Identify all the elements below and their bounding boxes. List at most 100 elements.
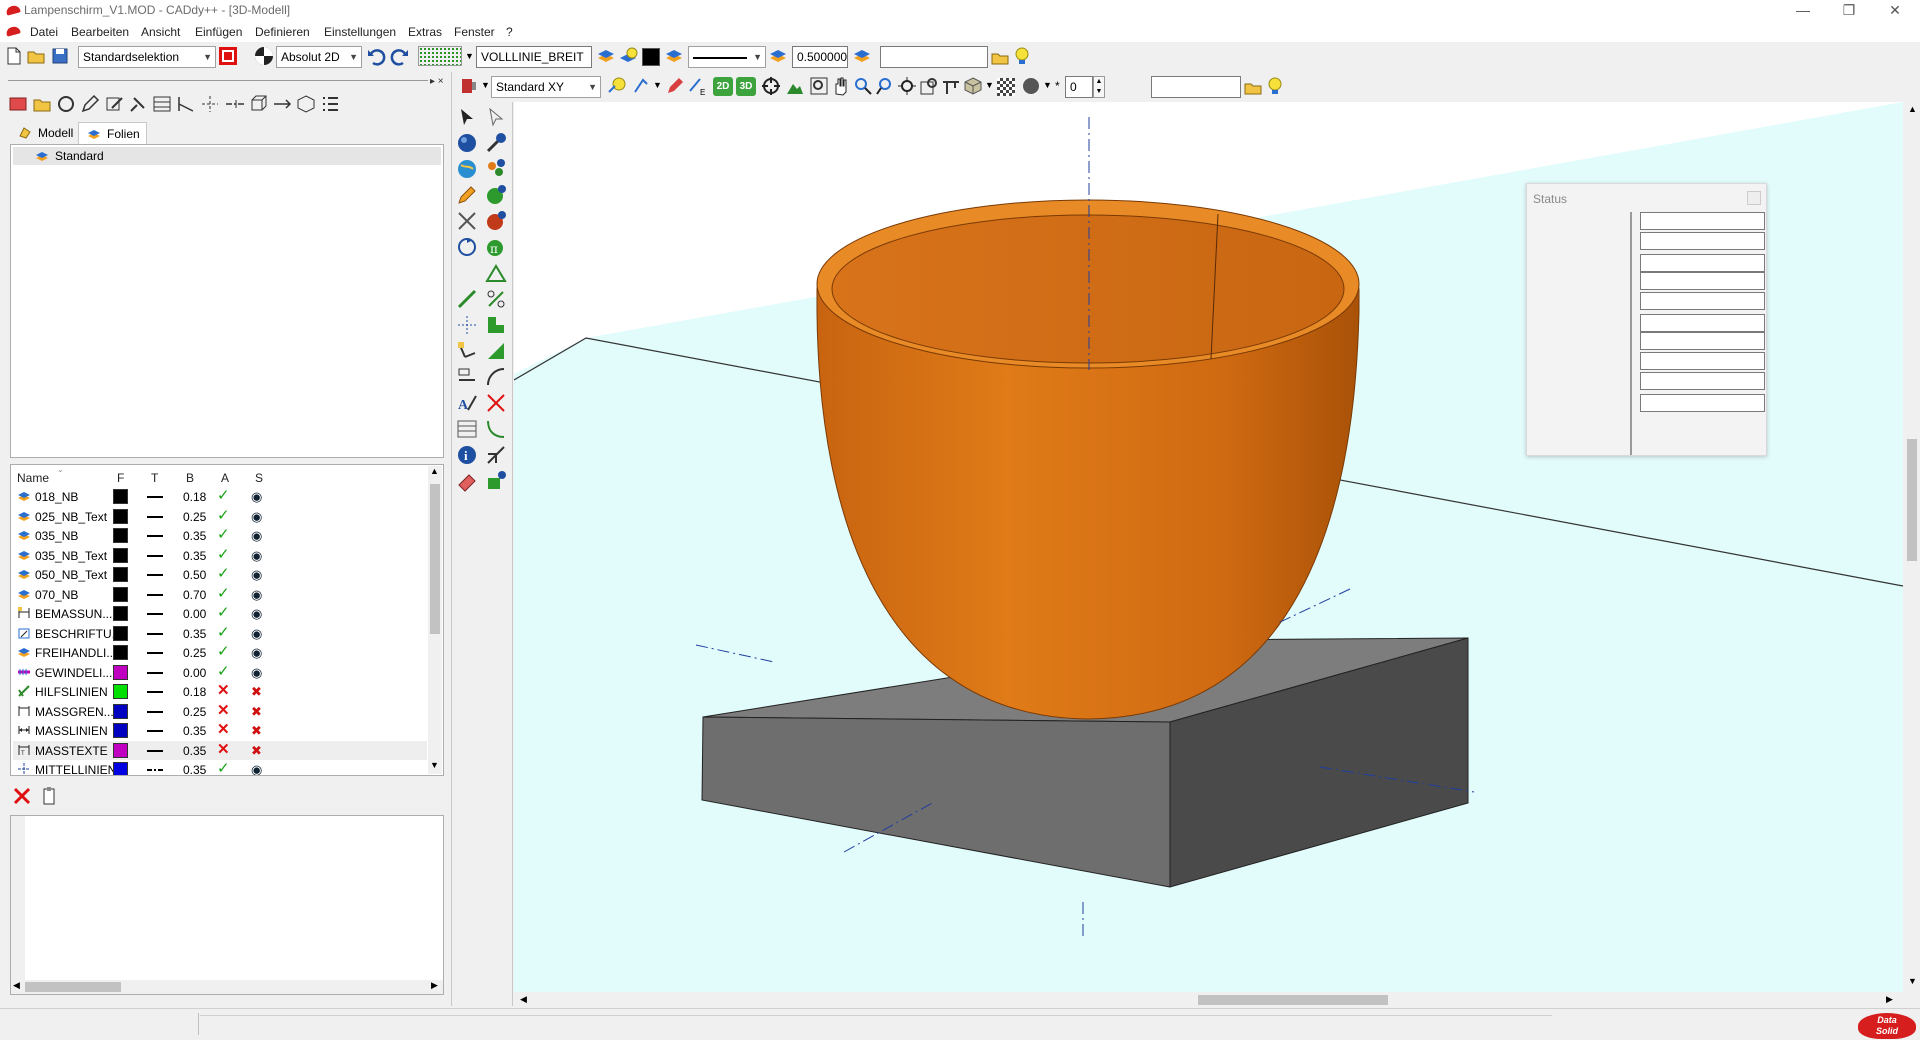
clipboard-icon[interactable]: [40, 786, 60, 806]
menu-fenster[interactable]: Fenster: [454, 25, 495, 39]
visible-eye-icon[interactable]: ◉: [251, 606, 262, 622]
status-field-9[interactable]: [1640, 372, 1765, 390]
triangle-fill-icon[interactable]: [485, 340, 507, 362]
group-objects-icon[interactable]: [485, 158, 507, 180]
status-field-5[interactable]: [1640, 292, 1765, 310]
menu-datei[interactable]: Datei: [30, 25, 58, 39]
new-file-icon[interactable]: [4, 46, 24, 66]
props-scroll-right-icon[interactable]: ▶: [431, 980, 438, 991]
line-draw-icon[interactable]: [456, 288, 478, 310]
tools-info-icon[interactable]: [485, 132, 507, 154]
hatch-tool-icon[interactable]: [456, 418, 478, 440]
column-header-name[interactable]: Name: [17, 471, 49, 485]
spin-stepper[interactable]: ▲ ▼: [1093, 76, 1105, 98]
snap-dropdown-icon[interactable]: ▼: [653, 80, 662, 90]
edit-pen-icon[interactable]: [665, 76, 685, 96]
green-sphere-icon[interactable]: [485, 184, 507, 206]
fillet-tool-icon[interactable]: [485, 418, 507, 440]
status-panel-header[interactable]: Status: [1527, 184, 1766, 212]
layer-linetype[interactable]: [147, 769, 163, 771]
view-2d-button[interactable]: 2D: [713, 77, 733, 96]
viewport-scroll-left-icon[interactable]: ◀: [520, 994, 527, 1005]
globe-icon[interactable]: [456, 158, 478, 180]
scale-tool-icon[interactable]: [456, 210, 478, 232]
visible-eye-icon[interactable]: ◉: [251, 587, 262, 603]
trim-tool-icon[interactable]: [485, 392, 507, 414]
layer-color-swatch[interactable]: [113, 586, 128, 602]
layer-width[interactable]: 0.70: [183, 588, 206, 602]
inactive-cross-icon[interactable]: ✕: [217, 722, 230, 737]
active-check-icon[interactable]: ✓: [217, 586, 230, 601]
edit-note-icon[interactable]: [104, 94, 126, 114]
layer-width[interactable]: 0.35: [183, 763, 206, 775]
undo-icon[interactable]: [366, 46, 386, 66]
layer-linetype[interactable]: [147, 554, 163, 557]
coordinate-mode-select[interactable]: Absolut 2D ▼: [276, 46, 362, 68]
layer-color-swatch[interactable]: [113, 664, 128, 680]
layer-linetype[interactable]: [147, 749, 163, 752]
layer-row[interactable]: MASSLINIEN 0.35 ✕ ✖: [13, 721, 427, 740]
layer-row[interactable]: 035_NB 0.35 ✓ ◉: [13, 526, 427, 545]
visible-eye-icon[interactable]: ◉: [251, 645, 262, 661]
layer-linetype[interactable]: [147, 613, 163, 615]
layer-width[interactable]: 0.50: [183, 568, 206, 582]
active-check-icon[interactable]: ✓: [217, 664, 230, 679]
visible-eye-icon[interactable]: ◉: [251, 548, 262, 564]
color-swatch-button[interactable]: [642, 48, 660, 66]
layer-width[interactable]: 0.35: [183, 627, 206, 641]
status-field-3[interactable]: [1640, 254, 1765, 272]
layer-linetype[interactable]: [147, 593, 163, 596]
view-camera-dropdown-icon[interactable]: ▼: [481, 80, 490, 90]
edit-e-icon[interactable]: E: [687, 76, 707, 96]
rotate-tool-icon[interactable]: [456, 236, 478, 258]
visible-eye-icon[interactable]: ◉: [251, 528, 262, 544]
active-check-icon[interactable]: ✓: [217, 547, 230, 562]
dimension-tool-icon[interactable]: [176, 94, 198, 114]
menu-app-icon[interactable]: [5, 25, 21, 37]
layer-width[interactable]: 0.25: [183, 705, 206, 719]
layer-linetype[interactable]: [147, 691, 163, 693]
save-icon[interactable]: [50, 46, 70, 66]
tab-folien[interactable]: Folien: [78, 122, 147, 144]
select-color-icon[interactable]: [218, 46, 238, 66]
layer-linetype[interactable]: [147, 652, 163, 654]
lightbulb-icon[interactable]: [1012, 46, 1032, 66]
layer-width[interactable]: 0.00: [183, 607, 206, 621]
layer-linetype[interactable]: [147, 671, 163, 674]
visible-eye-icon[interactable]: ◉: [251, 762, 262, 775]
column-header-width[interactable]: B: [186, 471, 194, 485]
active-check-icon[interactable]: ✓: [217, 566, 230, 581]
layer-row[interactable]: HILFSLINIEN 0.18 ✕ ✖: [13, 682, 427, 701]
hidden-eye-icon[interactable]: ✖: [251, 743, 262, 759]
column-header-visible[interactable]: S: [255, 471, 263, 485]
layer-linetype[interactable]: [147, 496, 163, 498]
menu-extras[interactable]: Extras: [408, 25, 442, 39]
hidden-eye-icon[interactable]: ✖: [251, 704, 262, 720]
layer-color-swatch[interactable]: [113, 528, 128, 543]
toolbar-search-field[interactable]: [880, 46, 988, 68]
active-check-icon[interactable]: ✓: [217, 625, 230, 640]
layer-row[interactable]: 035_NB_Text 0.35 ✓ ◉: [13, 546, 427, 565]
visible-eye-icon[interactable]: ◉: [251, 489, 262, 505]
menu-ansicht[interactable]: Ansicht: [141, 25, 180, 39]
layer-linetype[interactable]: [147, 515, 163, 518]
point-grid-icon[interactable]: [456, 314, 478, 336]
restore-button[interactable]: ❐: [1826, 0, 1872, 22]
visible-eye-icon[interactable]: ◉: [251, 509, 262, 525]
material-dropdown-icon[interactable]: ▼: [1043, 80, 1052, 90]
layer-width[interactable]: 0.18: [183, 490, 206, 504]
select-arrow-outline-icon[interactable]: [485, 106, 507, 128]
view-camera-icon[interactable]: [459, 76, 479, 96]
active-check-icon[interactable]: ✓: [217, 605, 230, 620]
active-check-icon[interactable]: ✓: [217, 644, 230, 659]
minimize-button[interactable]: —: [1780, 0, 1826, 22]
scroll-down-icon[interactable]: ▼: [430, 760, 439, 770]
active-check-icon[interactable]: ✓: [217, 508, 230, 523]
layer-row[interactable]: BEMASSUN... 0.00 ✓ ◉: [13, 604, 427, 623]
active-check-icon[interactable]: ✓: [217, 527, 230, 542]
layer-color-swatch[interactable]: [113, 547, 128, 563]
redo-icon[interactable]: [390, 46, 410, 66]
viewport-scroll-up-icon[interactable]: ▲: [1908, 104, 1917, 114]
layer-color-swatch[interactable]: [113, 567, 128, 582]
layer-row[interactable]: FREIHANDLI... 0.25 ✓ ◉: [13, 643, 427, 662]
